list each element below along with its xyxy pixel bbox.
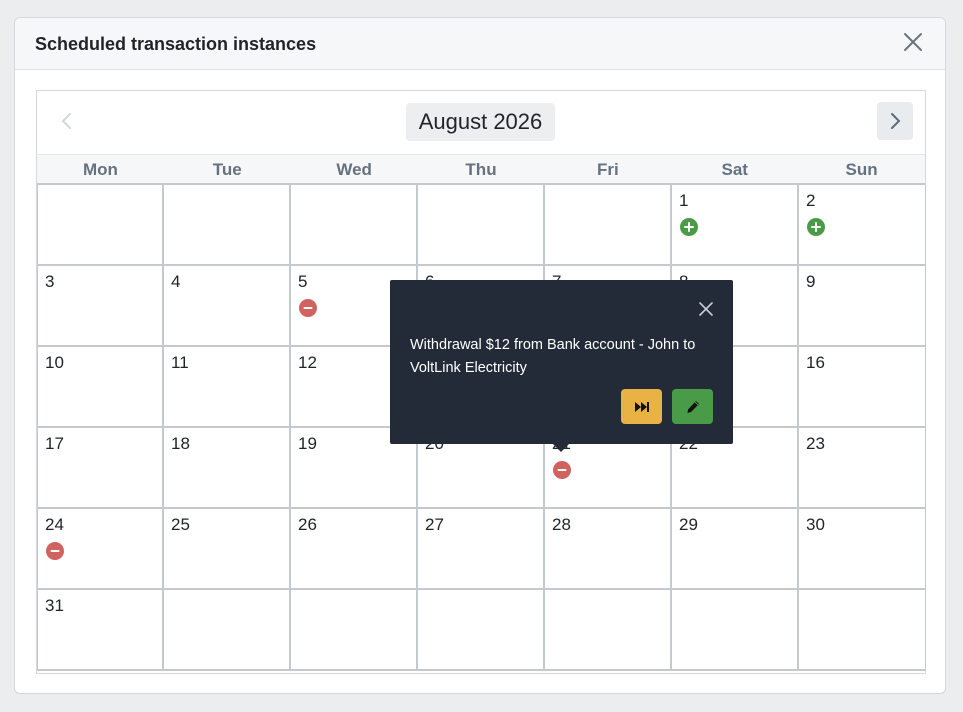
day-cell[interactable]: 1 (672, 185, 799, 266)
empty-day-cell (164, 185, 291, 266)
minus-circle-icon[interactable] (553, 461, 571, 479)
empty-day-cell (799, 590, 926, 671)
day-number: 9 (806, 272, 816, 291)
popover-actions (621, 389, 713, 424)
plus-circle-icon[interactable] (807, 218, 825, 236)
day-cell[interactable]: 27 (418, 509, 545, 590)
day-cell[interactable]: 10 (37, 347, 164, 428)
weekday-header: Wed (336, 160, 372, 179)
empty-day-cell (545, 590, 672, 671)
day-number: 17 (45, 434, 64, 453)
day-number: 24 (45, 515, 64, 534)
day-number: 26 (298, 515, 317, 534)
weekday-header: Thu (465, 160, 497, 179)
close-icon[interactable] (901, 30, 925, 54)
popover-close-icon[interactable] (699, 302, 713, 316)
day-cell[interactable]: 16 (799, 347, 926, 428)
fast-forward-icon (634, 401, 649, 412)
day-number: 30 (806, 515, 825, 534)
day-number: 23 (806, 434, 825, 453)
empty-day-cell (418, 590, 545, 671)
day-cell[interactable]: 25 (164, 509, 291, 590)
transaction-popover: Withdrawal $12 from Bank account - John … (390, 280, 733, 452)
day-number: 12 (298, 353, 317, 372)
calendar-header: August 2026 (37, 91, 925, 154)
minus-circle-icon[interactable] (46, 542, 64, 560)
day-cell[interactable]: 3 (37, 266, 164, 347)
day-number: 16 (806, 353, 825, 372)
day-number: 10 (45, 353, 64, 372)
weekday-header: Sat (721, 160, 748, 179)
empty-day-cell (291, 185, 418, 266)
plus-circle-icon[interactable] (680, 218, 698, 236)
day-number: 11 (171, 353, 189, 372)
day-cell[interactable]: 17 (37, 428, 164, 509)
day-number: 5 (298, 272, 308, 291)
day-cell[interactable]: 18 (164, 428, 291, 509)
day-cell[interactable]: 4 (164, 266, 291, 347)
empty-day-cell (291, 590, 418, 671)
chevron-left-icon (61, 113, 71, 129)
day-cell[interactable]: 28 (545, 509, 672, 590)
empty-day-cell (418, 185, 545, 266)
edit-instance-button[interactable] (672, 389, 713, 424)
month-label[interactable]: August 2026 (406, 103, 555, 141)
modal-header: Scheduled transaction instances (15, 18, 945, 70)
day-cell[interactable]: 24 (37, 509, 164, 590)
popover-arrow (552, 443, 570, 452)
day-cell[interactable]: 11 (164, 347, 291, 428)
day-number: 2 (806, 191, 816, 210)
day-number: 28 (552, 515, 571, 534)
day-number: 1 (679, 191, 689, 210)
day-number: 27 (425, 515, 444, 534)
day-number: 25 (171, 515, 190, 534)
day-cell[interactable]: 31 (37, 590, 164, 671)
empty-day-cell (672, 590, 799, 671)
day-number: 19 (298, 434, 317, 453)
day-number: 29 (679, 515, 698, 534)
day-cell[interactable]: 23 (799, 428, 926, 509)
day-number: 3 (45, 272, 55, 291)
weekday-header: Tue (212, 160, 242, 179)
day-number: 4 (171, 272, 181, 291)
day-number: 18 (171, 434, 190, 453)
day-cell[interactable]: 26 (291, 509, 418, 590)
pencil-icon (687, 400, 699, 413)
empty-day-cell (37, 185, 164, 266)
weekday-header: Mon (82, 160, 118, 179)
weekday-header: Fri (597, 160, 619, 179)
empty-day-cell (545, 185, 672, 266)
day-cell[interactable]: 2 (799, 185, 926, 266)
day-number: 31 (45, 596, 64, 615)
empty-day-cell (164, 590, 291, 671)
day-cell[interactable]: 30 (799, 509, 926, 590)
day-cell[interactable]: 9 (799, 266, 926, 347)
next-month-button[interactable] (877, 102, 913, 140)
weekday-header-row: Mon Tue Wed Thu Fri Sat Sun (37, 154, 925, 185)
modal-title: Scheduled transaction instances (35, 34, 317, 54)
day-cell[interactable]: 29 (672, 509, 799, 590)
popover-text: Withdrawal $12 from Bank account - John … (410, 337, 696, 376)
chevron-right-icon (891, 113, 901, 129)
weekday-header: Sun (845, 160, 878, 179)
minus-circle-icon[interactable] (299, 299, 317, 317)
skip-instance-button[interactable] (621, 389, 662, 424)
previous-month-button[interactable] (49, 102, 85, 140)
